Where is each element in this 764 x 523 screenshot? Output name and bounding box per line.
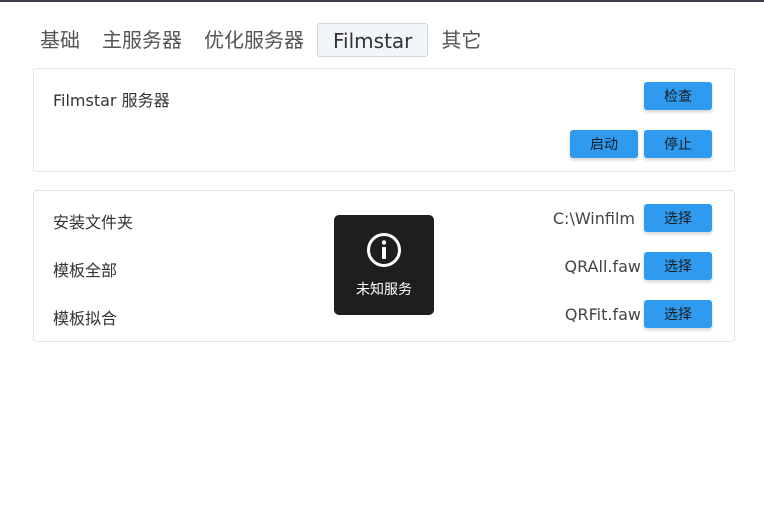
tab-other[interactable]: 其它 bbox=[430, 23, 492, 57]
tab-main-server[interactable]: 主服务器 bbox=[91, 23, 193, 57]
check-button[interactable]: 检查 bbox=[644, 82, 712, 110]
template-all-value: QRAll.faw bbox=[564, 257, 641, 276]
template-all-label: 模板全部 bbox=[53, 261, 118, 280]
toast-notification: 未知服务 bbox=[334, 215, 434, 315]
server-panel: Filmstar 服务器 检查 启动 停止 bbox=[33, 68, 735, 172]
tab-bar: 基础 主服务器 优化服务器 Filmstar 其它 bbox=[29, 22, 492, 58]
server-title: Filmstar 服务器 bbox=[53, 91, 170, 110]
start-button[interactable]: 启动 bbox=[570, 130, 638, 158]
tab-filmstar[interactable]: Filmstar bbox=[317, 23, 429, 57]
template-fit-label: 模板拟合 bbox=[53, 309, 118, 328]
stop-button[interactable]: 停止 bbox=[644, 130, 712, 158]
install-folder-select-button[interactable]: 选择 bbox=[644, 204, 712, 232]
template-fit-select-button[interactable]: 选择 bbox=[644, 300, 712, 328]
tab-basic[interactable]: 基础 bbox=[29, 23, 91, 57]
install-folder-value: C:\Winfilm bbox=[552, 209, 635, 228]
info-icon bbox=[367, 233, 401, 267]
install-folder-label: 安装文件夹 bbox=[53, 213, 134, 232]
template-all-select-button[interactable]: 选择 bbox=[644, 252, 712, 280]
settings-window: 基础 主服务器 优化服务器 Filmstar 其它 Filmstar 服务器 检… bbox=[0, 0, 764, 523]
tab-optimize-server[interactable]: 优化服务器 bbox=[193, 23, 315, 57]
template-fit-value: QRFit.faw bbox=[564, 305, 641, 324]
toast-message: 未知服务 bbox=[356, 282, 412, 298]
